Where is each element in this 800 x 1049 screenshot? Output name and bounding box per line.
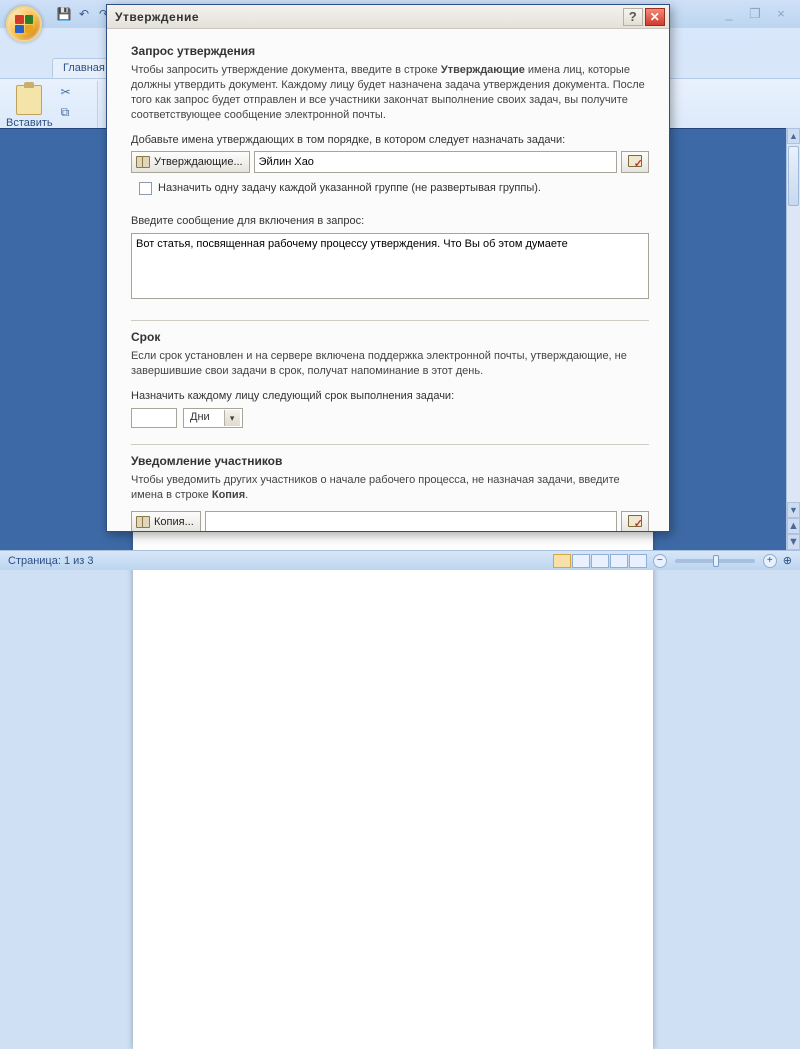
view-web-icon[interactable] — [591, 554, 609, 568]
dialog-close-button[interactable]: ✕ — [645, 8, 665, 26]
dialog-body: Запрос утверждения Чтобы запросить утвер… — [107, 29, 669, 531]
cc-check-names-button[interactable] — [621, 511, 649, 531]
approvers-picker-button[interactable]: Утверждающие... — [131, 151, 250, 173]
approvers-input[interactable] — [254, 151, 617, 173]
cc-desc-bold: Копия — [212, 489, 245, 501]
zoom-in-button[interactable]: + — [763, 554, 777, 568]
zoom-fit-icon[interactable]: ⊕ — [783, 554, 792, 567]
assign-group-label: Назначить одну задачу каждой указанной г… — [158, 181, 541, 196]
restore-icon[interactable]: ❐ — [746, 6, 764, 22]
next-page-icon[interactable]: ▼ — [787, 534, 800, 550]
address-book-icon — [136, 516, 150, 528]
vertical-scrollbar[interactable]: ▲ ▼ ▲ ▼ — [786, 128, 800, 550]
approval-dialog: Утверждение ? ✕ Запрос утверждения Чтобы… — [106, 4, 670, 532]
check-names-button[interactable] — [621, 151, 649, 173]
message-label: Введите сообщение для включения в запрос… — [131, 214, 649, 229]
view-print-layout-icon[interactable] — [553, 554, 571, 568]
due-amount-input[interactable] — [131, 408, 177, 428]
approvers-button-label: Утверждающие... — [154, 156, 243, 168]
undo-icon[interactable]: ↶ — [76, 6, 92, 22]
message-textarea[interactable]: Вот статья, посвященная рабочему процесс… — [131, 233, 649, 299]
view-fullscreen-icon[interactable] — [572, 554, 590, 568]
divider-2 — [131, 444, 649, 445]
save-icon[interactable]: 💾 — [56, 6, 72, 22]
dialog-title: Утверждение — [115, 10, 199, 24]
status-bar: Страница: 1 из 3 − + ⊕ — [0, 550, 800, 570]
section-due-title: Срок — [131, 329, 649, 345]
dialog-titlebar[interactable]: Утверждение ? ✕ — [107, 5, 669, 29]
zoom-out-button[interactable]: − — [653, 554, 667, 568]
check-names-icon — [628, 515, 642, 529]
due-label: Назначить каждому лицу следующий срок вы… — [131, 389, 649, 404]
scroll-down-icon[interactable]: ▼ — [787, 502, 800, 518]
cut-icon[interactable]: ✂ — [61, 85, 71, 99]
office-button[interactable] — [6, 6, 42, 42]
due-unit-value: Дни — [190, 410, 210, 425]
cc-input[interactable] — [205, 511, 617, 531]
section-request-desc: Чтобы запросить утверждение документа, в… — [131, 63, 649, 122]
section-due-desc: Если срок установлен и на сервере включе… — [131, 349, 649, 379]
due-unit-select[interactable]: Дни ▾ — [183, 408, 243, 428]
office-logo-icon — [15, 15, 33, 33]
cc-desc-post: . — [245, 489, 248, 501]
request-desc-pre: Чтобы запросить утверждение документа, в… — [131, 64, 441, 76]
approvers-order-label: Добавьте имена утверждающих в том порядк… — [131, 133, 649, 148]
divider-1 — [131, 320, 649, 321]
request-desc-bold: Утверждающие — [441, 64, 525, 76]
check-names-icon — [628, 155, 642, 169]
zoom-slider[interactable] — [675, 559, 755, 563]
cc-picker-button[interactable]: Копия... — [131, 511, 201, 531]
minimize-icon[interactable]: _ — [720, 6, 738, 22]
dialog-help-button[interactable]: ? — [623, 8, 643, 26]
scroll-up-icon[interactable]: ▲ — [787, 128, 800, 144]
prev-page-icon[interactable]: ▲ — [787, 518, 800, 534]
view-draft-icon[interactable] — [629, 554, 647, 568]
copy-icon[interactable]: ⧉ — [61, 105, 71, 120]
section-request-title: Запрос утверждения — [131, 43, 649, 59]
close-window-icon[interactable]: × — [772, 6, 790, 22]
assign-group-checkbox[interactable] — [139, 182, 152, 195]
page-info: Страница: 1 из 3 — [8, 555, 94, 567]
cc-button-label: Копия... — [154, 516, 194, 528]
view-outline-icon[interactable] — [610, 554, 628, 568]
cc-desc-pre: Чтобы уведомить других участников о нача… — [131, 474, 620, 501]
clipboard-icon — [16, 85, 42, 115]
address-book-icon — [136, 156, 150, 168]
section-cc-desc: Чтобы уведомить других участников о нача… — [131, 473, 649, 503]
window-controls: _ ❐ × — [720, 6, 790, 22]
section-cc-title: Уведомление участников — [131, 453, 649, 469]
chevron-down-icon: ▾ — [224, 410, 240, 426]
scroll-thumb[interactable] — [788, 146, 799, 206]
